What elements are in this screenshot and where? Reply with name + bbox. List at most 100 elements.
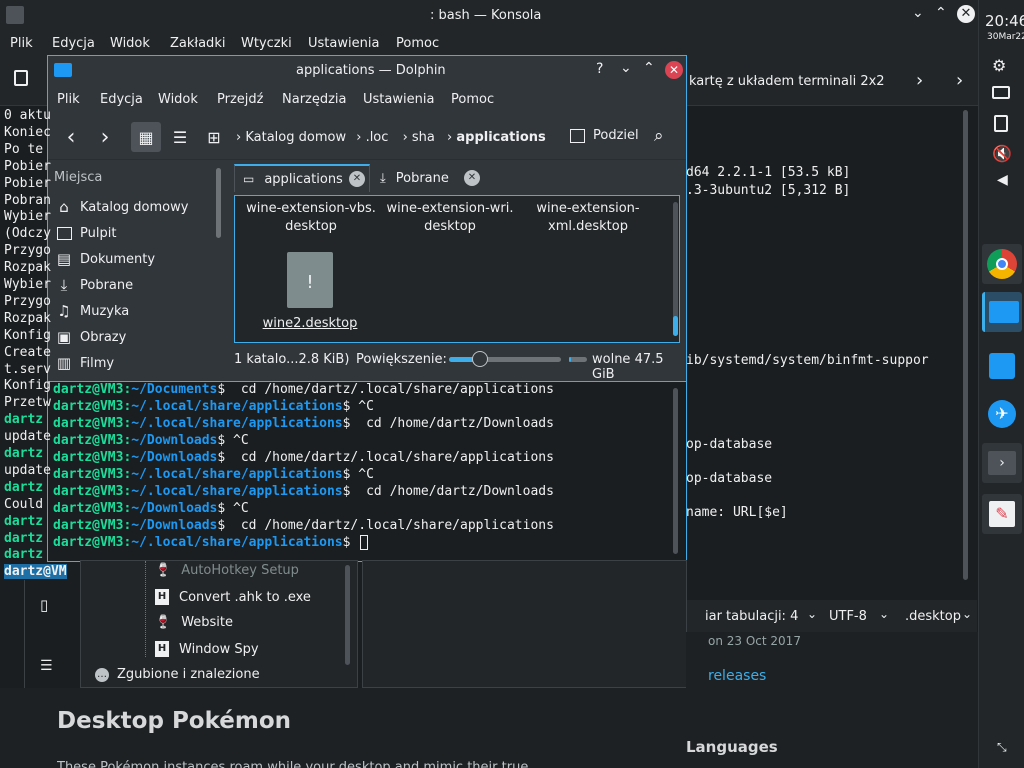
side-list-icon[interactable]: ☰	[40, 658, 53, 674]
dolphin-menu-view[interactable]: Widok	[158, 92, 198, 107]
dolphin-menu-help[interactable]: Pomoc	[451, 92, 494, 107]
konsole-menu-settings[interactable]: Ustawienia	[308, 36, 379, 51]
konsole-menu-edit[interactable]: Edycja	[52, 36, 95, 51]
konsole-menu-file[interactable]: Plik	[10, 36, 33, 51]
lost-found-item[interactable]: … Zgubione i znalezione	[95, 667, 260, 682]
web-partial-text: These Pokémon instances roam while your …	[57, 760, 541, 768]
place-desktop[interactable]: Pulpit	[54, 220, 116, 246]
dolphin-menu-tools[interactable]: Narzędzia	[282, 92, 347, 107]
konsole-close-icon[interactable]: ✕	[957, 5, 975, 23]
dolphin-app-icon[interactable]	[54, 63, 72, 77]
tab-downloads[interactable]: ⤓ Pobrane ✕	[372, 164, 484, 192]
dolphin-close-icon[interactable]: ✕	[665, 61, 683, 79]
prompt-user-host: dartz@VM3:	[53, 416, 132, 431]
file-view[interactable]: wine-extension-vbs. desktop wine-extensi…	[234, 195, 680, 343]
dropdown-icon[interactable]: ⌄	[879, 607, 889, 621]
tab-applications[interactable]: ▭ applications ✕	[234, 164, 370, 192]
places-scrollbar[interactable]	[216, 168, 221, 238]
konsole-minimize-icon[interactable]: ⌄	[912, 5, 924, 21]
new-tab-icon[interactable]	[14, 70, 28, 86]
ahk-item[interactable]: H Convert .ahk to .exe	[155, 589, 311, 605]
place-videos[interactable]: ▥ Filmy	[54, 350, 114, 376]
tree-view-icon[interactable]: ⊞	[199, 122, 229, 152]
place-pictures[interactable]: ▣ Obrazy	[54, 324, 126, 350]
prompt-path: ~/.local/share/applications	[131, 399, 343, 414]
volume-muted-icon[interactable]: 🔇	[992, 144, 1012, 163]
tab-width[interactable]: iar tabulacji: 4	[705, 609, 798, 624]
konsole-output-line: Could	[4, 496, 44, 512]
panel-config-icon[interactable]: ⤡	[997, 740, 1007, 755]
network-icon[interactable]: ⚙	[992, 56, 1006, 75]
icons-view-icon[interactable]: ▦	[131, 122, 161, 152]
ahk-item[interactable]: 🍷 AutoHotkey Setup	[155, 563, 299, 578]
back-icon[interactable]: ‹	[56, 122, 86, 152]
dolphin-menu-settings[interactable]: Ustawienia	[363, 92, 434, 107]
dolphin-maximize-icon[interactable]: ⌃	[643, 60, 655, 76]
keyboard-icon[interactable]	[992, 86, 1010, 99]
search-icon[interactable]: ⌕	[654, 126, 664, 146]
dropdown-icon[interactable]: ⌄	[807, 607, 817, 621]
konsole-scrollbar[interactable]	[963, 110, 968, 580]
chevron-right-icon[interactable]: ›	[916, 70, 923, 91]
zoom-handle[interactable]	[472, 351, 489, 367]
breadcrumb-share[interactable]: sha	[412, 130, 435, 145]
file-mode[interactable]: .desktop	[905, 609, 961, 624]
help-icon[interactable]: ?	[596, 61, 603, 77]
tray-expand-icon[interactable]: ◀	[997, 172, 1008, 188]
clipboard-icon[interactable]	[994, 115, 1008, 132]
taskbar-chrome[interactable]	[982, 244, 1022, 284]
terminal-line: dartz@VM3:~/.local/share/applications$ ^…	[53, 467, 374, 482]
taskbar-discover[interactable]	[982, 346, 1022, 386]
file-item[interactable]: wine-extension-vbs. desktop	[241, 200, 381, 236]
ahk-item[interactable]: 🍷 Website	[155, 615, 233, 630]
taskbar-dolphin[interactable]	[982, 292, 1022, 332]
place-downloads[interactable]: ⤓ Pobrane	[54, 272, 133, 298]
konsole-maximize-icon[interactable]: ⌃	[935, 5, 947, 21]
file-item-wine2[interactable]: ! wine2.desktop	[255, 248, 365, 332]
konsole-toolbar-tab-text[interactable]: kartę z układem terminali 2x2	[689, 74, 885, 89]
dolphin-terminal-panel[interactable]: dartz@VM3:~/Documents$ cd /home/dartz/.l…	[47, 382, 687, 562]
konsole-menu-help[interactable]: Pomoc	[396, 36, 439, 51]
breadcrumb-current[interactable]: applications	[456, 130, 545, 145]
file-view-scrollbar[interactable]	[673, 202, 678, 336]
split-button[interactable]: Podziel	[570, 128, 639, 143]
ahk-scrollbar[interactable]	[345, 565, 350, 665]
clock-date[interactable]: 30Mar22	[987, 32, 1024, 42]
file-item[interactable]: wine-extension- xml.desktop	[519, 200, 657, 236]
clock-time[interactable]: 20:46	[985, 12, 1024, 30]
terminal-scrollbar[interactable]	[673, 388, 678, 554]
place-music[interactable]: ♫ Muzyka	[54, 298, 129, 324]
dolphin-minimize-icon[interactable]: ⌄	[620, 60, 632, 76]
tab-label: Pobrane	[395, 170, 449, 186]
taskbar-kate[interactable]: ✎	[982, 494, 1022, 534]
file-item[interactable]: wine-extension-wri. desktop	[381, 200, 519, 236]
tab-close-icon[interactable]: ✕	[464, 170, 480, 186]
dolphin-menu-go[interactable]: Przejdź	[217, 92, 263, 107]
konsole-app-icon[interactable]	[6, 6, 24, 24]
konsole-menu-bookmarks[interactable]: Zakładki	[170, 36, 225, 51]
file-view-scroll-thumb[interactable]	[673, 316, 678, 336]
breadcrumb: › Katalog domow › .loc › sha › applicati…	[236, 130, 546, 145]
details-view-icon[interactable]: ☰	[165, 122, 195, 152]
place-documents[interactable]: ▤ Dokumenty	[54, 246, 155, 272]
breadcrumb-home[interactable]: Katalog domow	[245, 130, 346, 145]
dolphin-menu-edit[interactable]: Edycja	[100, 92, 143, 107]
forward-icon[interactable]: ›	[90, 122, 120, 152]
konsole-menu-view[interactable]: Widok	[110, 36, 150, 51]
konsole-menu-plugins[interactable]: Wtyczki	[241, 36, 292, 51]
encoding[interactable]: UTF-8	[829, 609, 867, 624]
taskbar-konsole[interactable]: ›	[982, 443, 1022, 483]
ahk-item[interactable]: H Window Spy	[155, 641, 259, 657]
tab-close-icon[interactable]: ✕	[349, 171, 365, 187]
side-doc-icon[interactable]: ▯	[40, 596, 48, 614]
dolphin-menu-file[interactable]: Plik	[57, 92, 80, 107]
konsole-output-line: dartz@VM	[4, 564, 67, 580]
dropdown-icon[interactable]: ⌄	[962, 607, 972, 621]
breadcrumb-local[interactable]: .loc	[366, 130, 389, 145]
chevron-right-icon-2[interactable]: ›	[956, 70, 963, 91]
konsole-output-line: Koniec	[4, 124, 51, 140]
taskbar-browser[interactable]: ✈	[982, 394, 1022, 434]
zoom-slider[interactable]	[449, 351, 561, 367]
releases-link[interactable]: releases	[708, 668, 766, 684]
place-home[interactable]: ⌂ Katalog domowy	[54, 194, 188, 220]
